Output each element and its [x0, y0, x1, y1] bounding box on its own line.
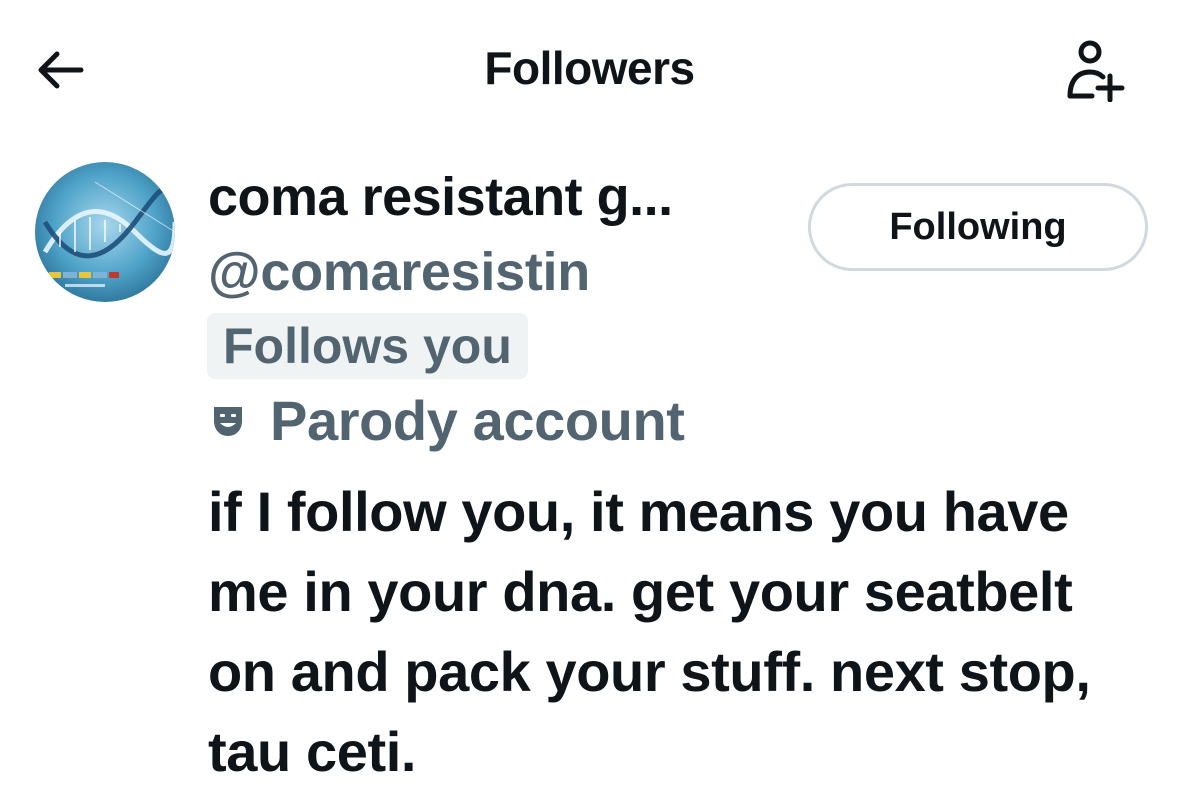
- following-button[interactable]: Following: [808, 183, 1148, 271]
- follows-you-badge: Follows you: [207, 313, 528, 379]
- parody-label-row: Parody account: [208, 388, 685, 454]
- parody-account-label: Parody account: [270, 389, 685, 452]
- user-handle: @comaresistin: [208, 242, 590, 302]
- display-name[interactable]: coma resistant g...: [208, 165, 673, 229]
- avatar[interactable]: [35, 162, 175, 302]
- dna-helix-avatar: [35, 162, 175, 302]
- follower-list-item[interactable]: coma resistant g... @comaresistin Follow…: [0, 150, 1179, 801]
- theater-mask-icon: [208, 401, 248, 441]
- top-bar: Followers: [0, 0, 1179, 140]
- followers-page: Followers coma resistant g... @comaresis…: [0, 0, 1179, 801]
- page-title: Followers: [484, 42, 695, 94]
- user-bio: if I follow you, it means you have me in…: [208, 480, 1091, 783]
- person-add-icon: [1067, 40, 1125, 102]
- add-user-button[interactable]: [1058, 34, 1130, 106]
